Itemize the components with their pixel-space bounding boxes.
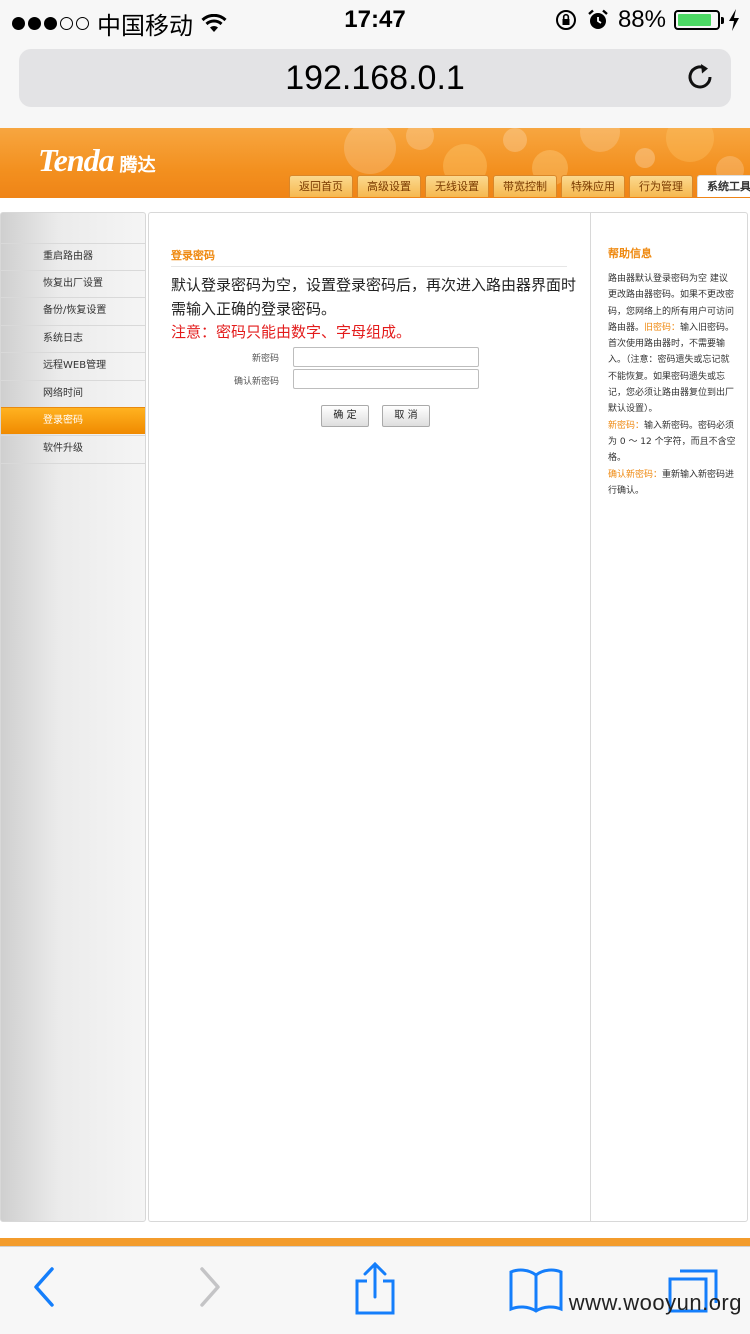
sidebar-divider [1,463,145,464]
help-new-label: 新密码： [608,420,645,431]
forward-icon[interactable] [196,1265,224,1309]
url-text[interactable]: 192.168.0.1 [19,59,731,98]
back-icon[interactable] [30,1265,58,1309]
description-text: 默认登录密码为空，设置登录密码后，再次进入路由器界面时需输入正确的登录密码。 [171,276,577,318]
logo-text: Tenda [38,142,115,178]
battery-icon [674,10,724,30]
sidebar-item-factory-reset[interactable]: 恢复出厂设置 [1,270,145,297]
rotation-lock-icon [555,10,576,30]
router-header: Tenda 腾达 返回首页 高级设置 无线设置 带宽控制 特殊应用 行为管理 系… [0,128,750,198]
title-divider [171,266,567,267]
sidebar-item-backup-restore[interactable]: 备份/恢复设置 [1,297,145,324]
help-old-text: 输入旧密码。首次使用路由器时，不需要输入。（注意：密码遗失或忘记就不能恢复。如果… [608,322,735,415]
help-title: 帮助信息 [608,247,652,260]
footer-stripe [0,1238,750,1246]
sidebar-item-system-log[interactable]: 系统日志 [1,325,145,352]
battery-percent: 88% [617,6,666,33]
tab-system-tools[interactable]: 系统工具 [697,175,750,197]
tab-bandwidth[interactable]: 带宽控制 [493,175,557,197]
tab-home[interactable]: 返回首页 [289,175,353,197]
cancel-button[interactable]: 取 消 [382,405,430,427]
help-old-label: 旧密码： [644,322,681,333]
sidebar-item-remote-web[interactable]: 远程WEB管理 [1,352,145,379]
address-bar[interactable]: 192.168.0.1 [19,49,731,107]
main-panel: 登录密码 默认登录密码为空，设置登录密码后，再次进入路由器界面时需输入正确的登录… [148,212,590,1222]
main-nav-tabs: 返回首页 高级设置 无线设置 带宽控制 特殊应用 行为管理 系统工具 [289,175,750,197]
status-bar: 中国移动 17:47 88% [0,0,750,40]
warning-note: 注意：密码只能由数字、字母组成。 [171,323,412,341]
tab-wireless[interactable]: 无线设置 [425,175,489,197]
help-text: 路由器默认登录密码为空 建议更改路由器密码。如果不更改密码，您网络上的所有用户可… [608,271,736,499]
confirm-password-label: 确认新密码 [233,377,279,387]
help-panel: 帮助信息 路由器默认登录密码为空 建议更改路由器密码。如果不更改密码，您网络上的… [590,212,748,1222]
page-title: 登录密码 [171,249,215,262]
new-password-input[interactable] [293,347,479,367]
watermark-text: www.wooyun.org [568,1290,742,1315]
confirm-password-input[interactable] [293,369,479,389]
browser-address-area: 192.168.0.1 [0,40,750,128]
tab-special-apps[interactable]: 特殊应用 [561,175,625,197]
sidebar-item-network-time[interactable]: 网络时间 [1,380,145,407]
tenda-logo: Tenda 腾达 [38,142,156,179]
help-confirm-label: 确认新密码： [608,469,663,480]
new-password-label: 新密码 [251,354,279,364]
ok-button[interactable]: 确 定 [321,405,369,427]
tab-advanced[interactable]: 高级设置 [357,175,421,197]
page-body: 重启路由器 恢复出厂设置 备份/恢复设置 系统日志 远程WEB管理 网络时间 登… [0,198,750,1238]
logo-chinese: 腾达 [119,155,156,176]
share-icon[interactable] [353,1261,397,1317]
sidebar-item-firmware-upgrade[interactable]: 软件升级 [1,435,145,462]
sidebar-item-reboot[interactable]: 重启路由器 [1,243,145,270]
tab-behavior[interactable]: 行为管理 [629,175,693,197]
status-right: 88% [554,6,740,34]
reload-icon[interactable] [683,60,717,94]
charging-icon [729,9,739,31]
bookmarks-icon[interactable] [508,1267,564,1313]
sidebar: 重启路由器 恢复出厂设置 备份/恢复设置 系统日志 远程WEB管理 网络时间 登… [0,212,146,1222]
alarm-icon [588,9,608,29]
sidebar-item-login-password[interactable]: 登录密码 [1,407,145,434]
